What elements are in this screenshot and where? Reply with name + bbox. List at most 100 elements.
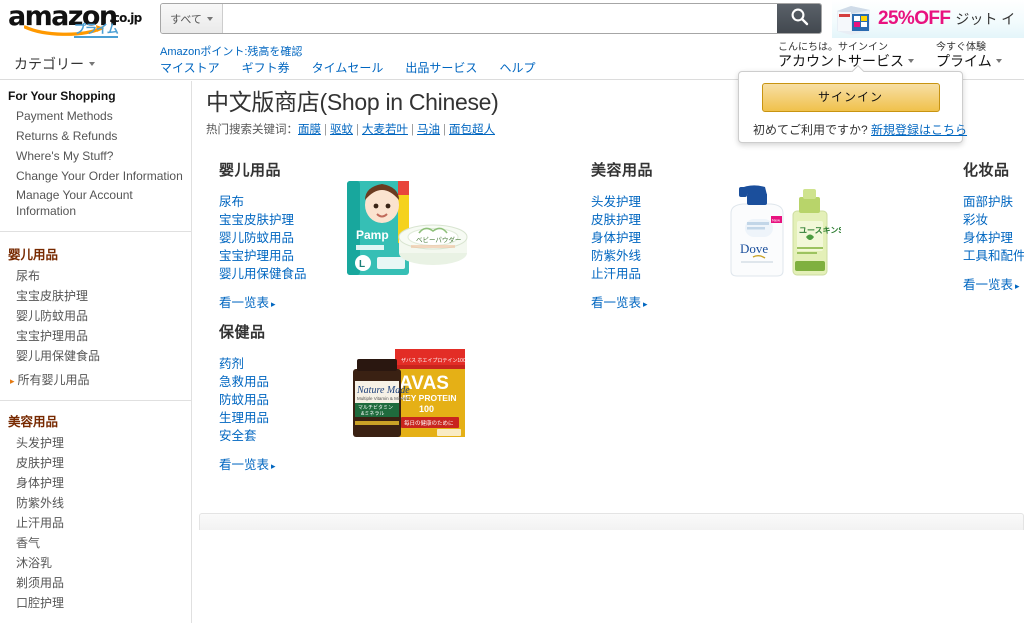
cat-link-baby-health[interactable]: 婴儿用保健食品 — [219, 267, 307, 281]
sidebar-item-change-order[interactable]: Change Your Order Information — [16, 168, 183, 184]
list-item[interactable]: 身体护理 — [963, 229, 1024, 247]
nav-link-timesale[interactable]: タイムセール — [312, 59, 384, 76]
sidebar-item-wheres-my-stuff[interactable]: Where's My Stuff? — [16, 148, 113, 164]
keyword-separator: | — [356, 124, 359, 136]
cat-link-condoms[interactable]: 安全套 — [219, 429, 257, 443]
list-item[interactable]: 宝宝护理用品 — [0, 326, 191, 346]
sidebar-item-baby-skincare[interactable]: 宝宝皮肤护理 — [16, 288, 88, 304]
sidebar-item-hair-care[interactable]: 头发护理 — [16, 435, 64, 451]
sidebar-item-skin-care[interactable]: 皮肤护理 — [16, 455, 64, 471]
list-item[interactable]: 面部护肤 — [963, 193, 1024, 211]
list-item[interactable]: 剃须用品 — [0, 573, 191, 593]
list-item[interactable]: 防紫外线 — [0, 493, 191, 513]
nav-link-giftcard[interactable]: ギフト券 — [242, 59, 290, 76]
list-item[interactable]: 工具和配件 — [963, 247, 1024, 265]
list-item[interactable]: 身体护理 — [0, 473, 191, 493]
nav-link-sell[interactable]: 出品サービス — [405, 59, 477, 76]
list-item[interactable]: 皮肤护理 — [0, 453, 191, 473]
hot-keyword-qumiao[interactable]: 驱蚊 — [330, 124, 353, 136]
sidebar-item-baby-mosquito[interactable]: 婴儿防蚊用品 — [16, 308, 88, 324]
cat-link-antiperspirant[interactable]: 止汗用品 — [591, 267, 641, 281]
search-submit-button[interactable] — [777, 4, 821, 33]
amazon-points-link[interactable]: Amazonポイント:残高を確認 — [160, 43, 302, 59]
cat-link-baby-care[interactable]: 宝宝护理用品 — [219, 249, 294, 263]
sidebar-section-baby: 婴儿用品 尿布 宝宝皮肤护理 婴儿防蚊用品 宝宝护理用品 婴儿用保健食品 ▸ 所有… — [0, 232, 192, 401]
main-content: 中文版商店(Shop in Chinese) 热门搜索关键词：面膜 | 驱蚊 | 大麦若… — [192, 81, 1024, 530]
promo-banner[interactable]: 25%OFF ジット イ — [832, 0, 1024, 38]
sidebar-item-all-baby[interactable]: 所有婴儿用品 — [18, 372, 90, 388]
category-more-link-health[interactable]: 看一览表 ▸ — [219, 454, 276, 473]
sidebar-item-uv-protect[interactable]: 防紫外线 — [16, 495, 64, 511]
list-item[interactable]: Manage Your Account Information — [0, 186, 191, 221]
list-item[interactable]: 头发护理 — [0, 433, 191, 453]
hot-keyword-mianmo[interactable]: 面膜 — [298, 124, 321, 136]
sidebar-heading-beauty: 美容用品 — [8, 415, 59, 429]
amazon-logo[interactable]: amazon .co.jp プライム — [8, 3, 150, 39]
category-menu-button[interactable]: カテゴリー — [14, 54, 95, 74]
sidebar-item-diapers[interactable]: 尿布 — [16, 268, 40, 284]
hot-keyword-damairuoye[interactable]: 大麦若叶 — [362, 124, 408, 136]
cat-link-baby-skincare[interactable]: 宝宝皮肤护理 — [219, 213, 294, 227]
search-category-dropdown[interactable]: すべて — [161, 4, 223, 33]
product-image-supplements: ザバス ホエイプロテイン100 AVAS HEY PROTEIN 100 毎日の… — [337, 337, 469, 447]
list-item[interactable]: Where's My Stuff? — [0, 146, 191, 166]
category-more-link-cosmetics[interactable]: 看一览表 ▸ — [963, 274, 1020, 293]
signin-button[interactable]: サインイン — [761, 83, 940, 112]
list-item[interactable]: Payment Methods — [0, 106, 191, 126]
arrow-right-icon: ▸ — [271, 299, 276, 309]
sidebar-item-body-wash[interactable]: 沐浴乳 — [16, 555, 52, 571]
list-item[interactable]: 香气 — [0, 533, 191, 553]
cat-link-cosmetic-body[interactable]: 身体护理 — [963, 231, 1013, 245]
account-services-menu[interactable]: こんにちは。サインイン アカウントサービス — [778, 42, 914, 68]
cat-link-first-aid[interactable]: 急救用品 — [219, 375, 269, 389]
chevron-down-icon — [206, 16, 213, 21]
sidebar-item-baby-care[interactable]: 宝宝护理用品 — [16, 328, 88, 344]
cat-link-tools-accessories[interactable]: 工具和配件 — [963, 249, 1024, 263]
prime-menu[interactable]: 今すぐ体験 プライム — [936, 42, 1002, 68]
svg-text:ユースキンS: ユースキンS — [799, 226, 841, 235]
cat-link-skin-care[interactable]: 皮肤护理 — [591, 213, 641, 227]
search-input[interactable] — [223, 4, 777, 33]
cat-link-body-care[interactable]: 身体护理 — [591, 231, 641, 245]
list-item[interactable]: 止汗用品 — [0, 513, 191, 533]
hot-keyword-mianbaochaoren[interactable]: 面包超人 — [449, 124, 495, 136]
cat-link-medicine[interactable]: 药剂 — [219, 357, 244, 371]
svg-text:New: New — [772, 218, 780, 223]
sidebar-item-shaving[interactable]: 剃须用品 — [16, 575, 64, 591]
list-item[interactable]: 沐浴乳 — [0, 553, 191, 573]
arrow-right-icon: ▸ — [271, 461, 276, 471]
arrow-right-icon: ▸ — [643, 299, 648, 309]
hot-keyword-mayou[interactable]: 马油 — [417, 124, 440, 136]
cat-link-diapers[interactable]: 尿布 — [219, 195, 244, 209]
category-more-link-beauty[interactable]: 看一览表 ▸ — [591, 292, 648, 311]
cat-link-facial-skincare[interactable]: 面部护肤 — [963, 195, 1013, 209]
sidebar-item-payment-methods[interactable]: Payment Methods — [16, 108, 113, 124]
nav-link-help[interactable]: ヘルプ — [499, 59, 535, 76]
sidebar-item-manage-account[interactable]: Manage Your Account Information — [16, 187, 183, 219]
list-item[interactable]: 宝宝皮肤护理 — [0, 286, 191, 306]
register-link[interactable]: 新規登録はこちら — [871, 123, 967, 137]
list-item[interactable]: Change Your Order Information — [0, 166, 191, 186]
cat-link-mosquito[interactable]: 防蚊用品 — [219, 393, 269, 407]
category-card-baby: 婴儿用品 尿布 宝宝皮肤护理 婴儿防蚊用品 宝宝护理用品 婴儿用保健食品 看一览… — [219, 159, 469, 312]
cat-link-hair-care[interactable]: 头发护理 — [591, 195, 641, 209]
list-item[interactable]: 彩妆 — [963, 211, 1024, 229]
cat-link-baby-mosquito[interactable]: 婴儿防蚊用品 — [219, 231, 294, 245]
list-item[interactable]: 婴儿防蚊用品 — [0, 306, 191, 326]
sidebar-item-fragrance[interactable]: 香气 — [16, 535, 40, 551]
sidebar-item-returns-refunds[interactable]: Returns & Refunds — [16, 128, 117, 144]
list-item[interactable]: Returns & Refunds — [0, 126, 191, 146]
sidebar-item-body-care[interactable]: 身体护理 — [16, 475, 64, 491]
sidebar-item-baby-health[interactable]: 婴儿用保健食品 — [16, 348, 100, 364]
cat-link-uv-protect[interactable]: 防紫外线 — [591, 249, 641, 263]
cat-link-makeup[interactable]: 彩妆 — [963, 213, 988, 227]
sidebar-item-antiperspirant[interactable]: 止汗用品 — [16, 515, 64, 531]
list-item[interactable]: 尿布 — [0, 266, 191, 286]
list-item[interactable]: ▸ 所有婴儿用品 — [0, 370, 191, 390]
sidebar-item-oral-care[interactable]: 口腔护理 — [16, 595, 64, 611]
cat-link-feminine[interactable]: 生理用品 — [219, 411, 269, 425]
list-item[interactable]: 婴儿用保健食品 — [0, 346, 191, 366]
nav-link-mystore[interactable]: マイストア — [160, 59, 220, 76]
list-item[interactable]: 口腔护理 — [0, 593, 191, 613]
category-more-link-baby[interactable]: 看一览表 ▸ — [219, 292, 276, 311]
